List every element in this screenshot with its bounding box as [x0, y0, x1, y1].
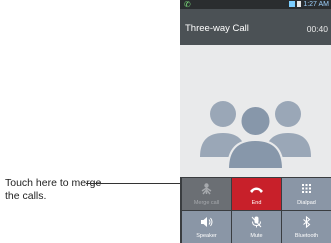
call-duration: 00:40	[306, 24, 328, 34]
call-header: Three-way Call 00:40	[180, 9, 331, 45]
mute-button[interactable]: Mute	[232, 211, 281, 243]
merge-call-icon	[201, 183, 212, 195]
signal-icon	[289, 1, 296, 7]
call-title: Three-way Call	[185, 23, 249, 34]
phone-screen: ✆ 1:27 AM Three-way Call 00:40 Merge cal…	[180, 0, 331, 243]
phone-call-icon: ✆	[184, 0, 191, 9]
contacts-group-icon	[200, 101, 311, 170]
callout-annotation: Touch here to merge the calls.	[5, 177, 145, 203]
merge-call-label: Merge call	[193, 200, 220, 206]
caller-photo-area	[180, 45, 331, 177]
end-call-button[interactable]: End	[232, 178, 281, 210]
speaker-label: Speaker	[196, 233, 217, 239]
speaker-button[interactable]: Speaker	[182, 211, 231, 243]
callout-pointer-line	[86, 183, 194, 184]
dialpad-button[interactable]: Dialpad	[282, 178, 331, 210]
callout-text-line-2: the calls.	[5, 190, 47, 202]
bluetooth-icon	[303, 216, 311, 228]
bluetooth-button[interactable]: Bluetooth	[282, 211, 331, 243]
status-bar: ✆ 1:27 AM	[180, 0, 331, 9]
bluetooth-label: Bluetooth	[294, 233, 319, 239]
dialpad-icon	[302, 184, 311, 193]
dialpad-label: Dialpad	[297, 200, 316, 206]
end-call-icon	[250, 187, 263, 193]
speaker-icon	[201, 217, 213, 227]
status-indicators: 1:27 AM	[289, 0, 329, 9]
status-time: 1:27 AM	[303, 1, 329, 8]
merge-call-button[interactable]: Merge call	[182, 178, 231, 210]
mute-mic-icon	[251, 216, 262, 228]
end-call-label: End	[251, 200, 262, 206]
battery-icon	[297, 1, 302, 7]
call-buttons-panel: Merge call End Dialpad Speaker Mute Blue…	[180, 177, 331, 243]
mute-label: Mute	[250, 233, 263, 239]
